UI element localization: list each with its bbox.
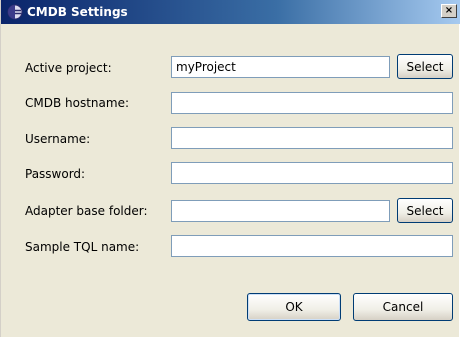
adapter-base-folder-label: Adapter base folder: bbox=[25, 204, 148, 218]
password-input[interactable] bbox=[171, 162, 453, 184]
eclipse-app-icon bbox=[7, 4, 23, 20]
cmdb-hostname-input[interactable] bbox=[171, 92, 453, 114]
active-project-input[interactable] bbox=[171, 56, 390, 78]
active-project-label: Active project: bbox=[25, 61, 112, 75]
cmdb-hostname-label: CMDB hostname: bbox=[25, 96, 129, 110]
cancel-button[interactable]: Cancel bbox=[353, 293, 453, 321]
cancel-button-label: Cancel bbox=[382, 300, 424, 314]
close-button[interactable]: × bbox=[441, 4, 457, 18]
close-icon: × bbox=[444, 5, 454, 16]
username-label: Username: bbox=[25, 132, 91, 146]
title-bar[interactable]: CMDB Settings × bbox=[1, 0, 460, 24]
adapter-base-folder-input[interactable] bbox=[171, 200, 390, 222]
sample-tql-name-label: Sample TQL name: bbox=[25, 240, 140, 254]
select-project-button-label: Select bbox=[406, 59, 444, 74]
sample-tql-name-input[interactable] bbox=[171, 235, 453, 257]
ok-button-label: OK bbox=[285, 300, 303, 314]
username-input[interactable] bbox=[171, 127, 453, 149]
password-label: Password: bbox=[25, 167, 86, 181]
select-adapter-folder-button[interactable]: Select bbox=[397, 198, 453, 223]
ok-button[interactable]: OK bbox=[247, 293, 341, 321]
select-adapter-folder-button-label: Select bbox=[406, 203, 444, 218]
cmdb-settings-dialog: CMDB Settings × Active project: Select C… bbox=[0, 0, 460, 337]
select-project-button[interactable]: Select bbox=[397, 54, 453, 79]
dialog-title: CMDB Settings bbox=[27, 5, 128, 19]
